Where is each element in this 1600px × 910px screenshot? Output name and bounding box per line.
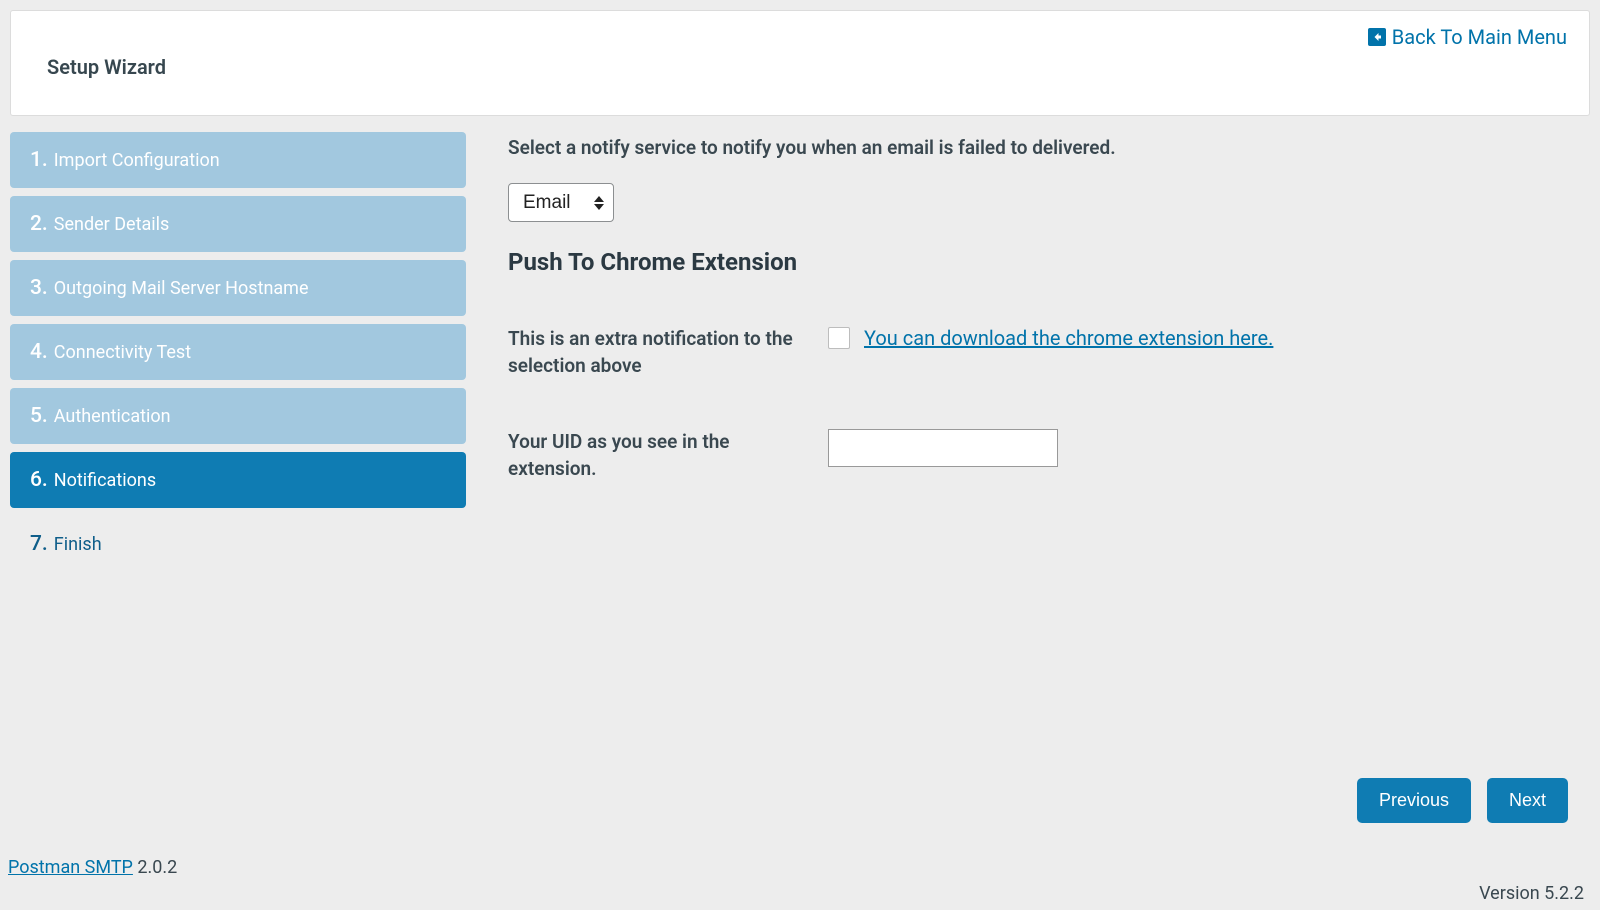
notify-prompt: Select a notify service to notify you wh… [508,136,1570,159]
step-authentication[interactable]: 5. Authentication [10,388,466,444]
step-label: Finish [54,534,102,555]
previous-button[interactable]: Previous [1357,778,1471,823]
arrow-left-icon [1368,28,1386,46]
product-version: 2.0.2 [137,857,177,878]
step-label: Import Configuration [54,150,220,171]
step-outgoing-mail-server-hostname[interactable]: 3. Outgoing Mail Server Hostname [10,260,466,316]
wizard-nav-buttons: Previous Next [1357,778,1568,823]
chrome-extension-checkbox[interactable] [828,327,850,349]
step-label: Notifications [54,470,156,491]
notify-service-select[interactable]: Email [508,183,614,222]
wizard-steps: 1. Import Configuration 2. Sender Detail… [10,132,466,572]
step-notifications[interactable]: 6. Notifications [10,452,466,508]
chrome-extension-download-link[interactable]: You can download the chrome extension he… [864,326,1273,350]
step-label: Connectivity Test [54,342,191,363]
step-number: 7. [30,532,48,556]
product-link[interactable]: Postman SMTP [8,857,133,878]
step-number: 3. [30,276,48,300]
step-import-configuration[interactable]: 1. Import Configuration [10,132,466,188]
step-number: 2. [30,212,48,236]
step-label: Outgoing Mail Server Hostname [54,278,309,299]
extra-notification-row: This is an extra notification to the sel… [508,326,1570,379]
step-sender-details[interactable]: 2. Sender Details [10,196,466,252]
push-to-chrome-heading: Push To Chrome Extension [508,248,1570,276]
uid-input[interactable] [828,429,1058,467]
step-label: Sender Details [54,214,170,235]
page-title: Setup Wizard [47,55,1565,79]
platform-version: Version 5.2.2 [1479,883,1584,904]
header-card: Back To Main Menu Setup Wizard [10,10,1590,116]
step-number: 4. [30,340,48,364]
back-to-main-menu-link[interactable]: Back To Main Menu [1368,25,1567,49]
step-finish[interactable]: 7. Finish [10,516,466,572]
extra-notification-label: This is an extra notification to the sel… [508,326,828,379]
step-content: Select a notify service to notify you wh… [508,132,1590,572]
step-number: 6. [30,468,48,492]
back-link-label: Back To Main Menu [1392,25,1567,49]
next-button[interactable]: Next [1487,778,1568,823]
step-number: 1. [30,148,48,172]
wizard-body: 1. Import Configuration 2. Sender Detail… [10,132,1590,572]
footer-left: Postman SMTP 2.0.2 [8,857,177,878]
uid-row: Your UID as you see in the extension. [508,429,1570,482]
step-number: 5. [30,404,48,428]
uid-label: Your UID as you see in the extension. [508,429,828,482]
notify-service-select-wrap: Email [508,183,614,222]
step-connectivity-test[interactable]: 4. Connectivity Test [10,324,466,380]
step-label: Authentication [54,406,171,427]
